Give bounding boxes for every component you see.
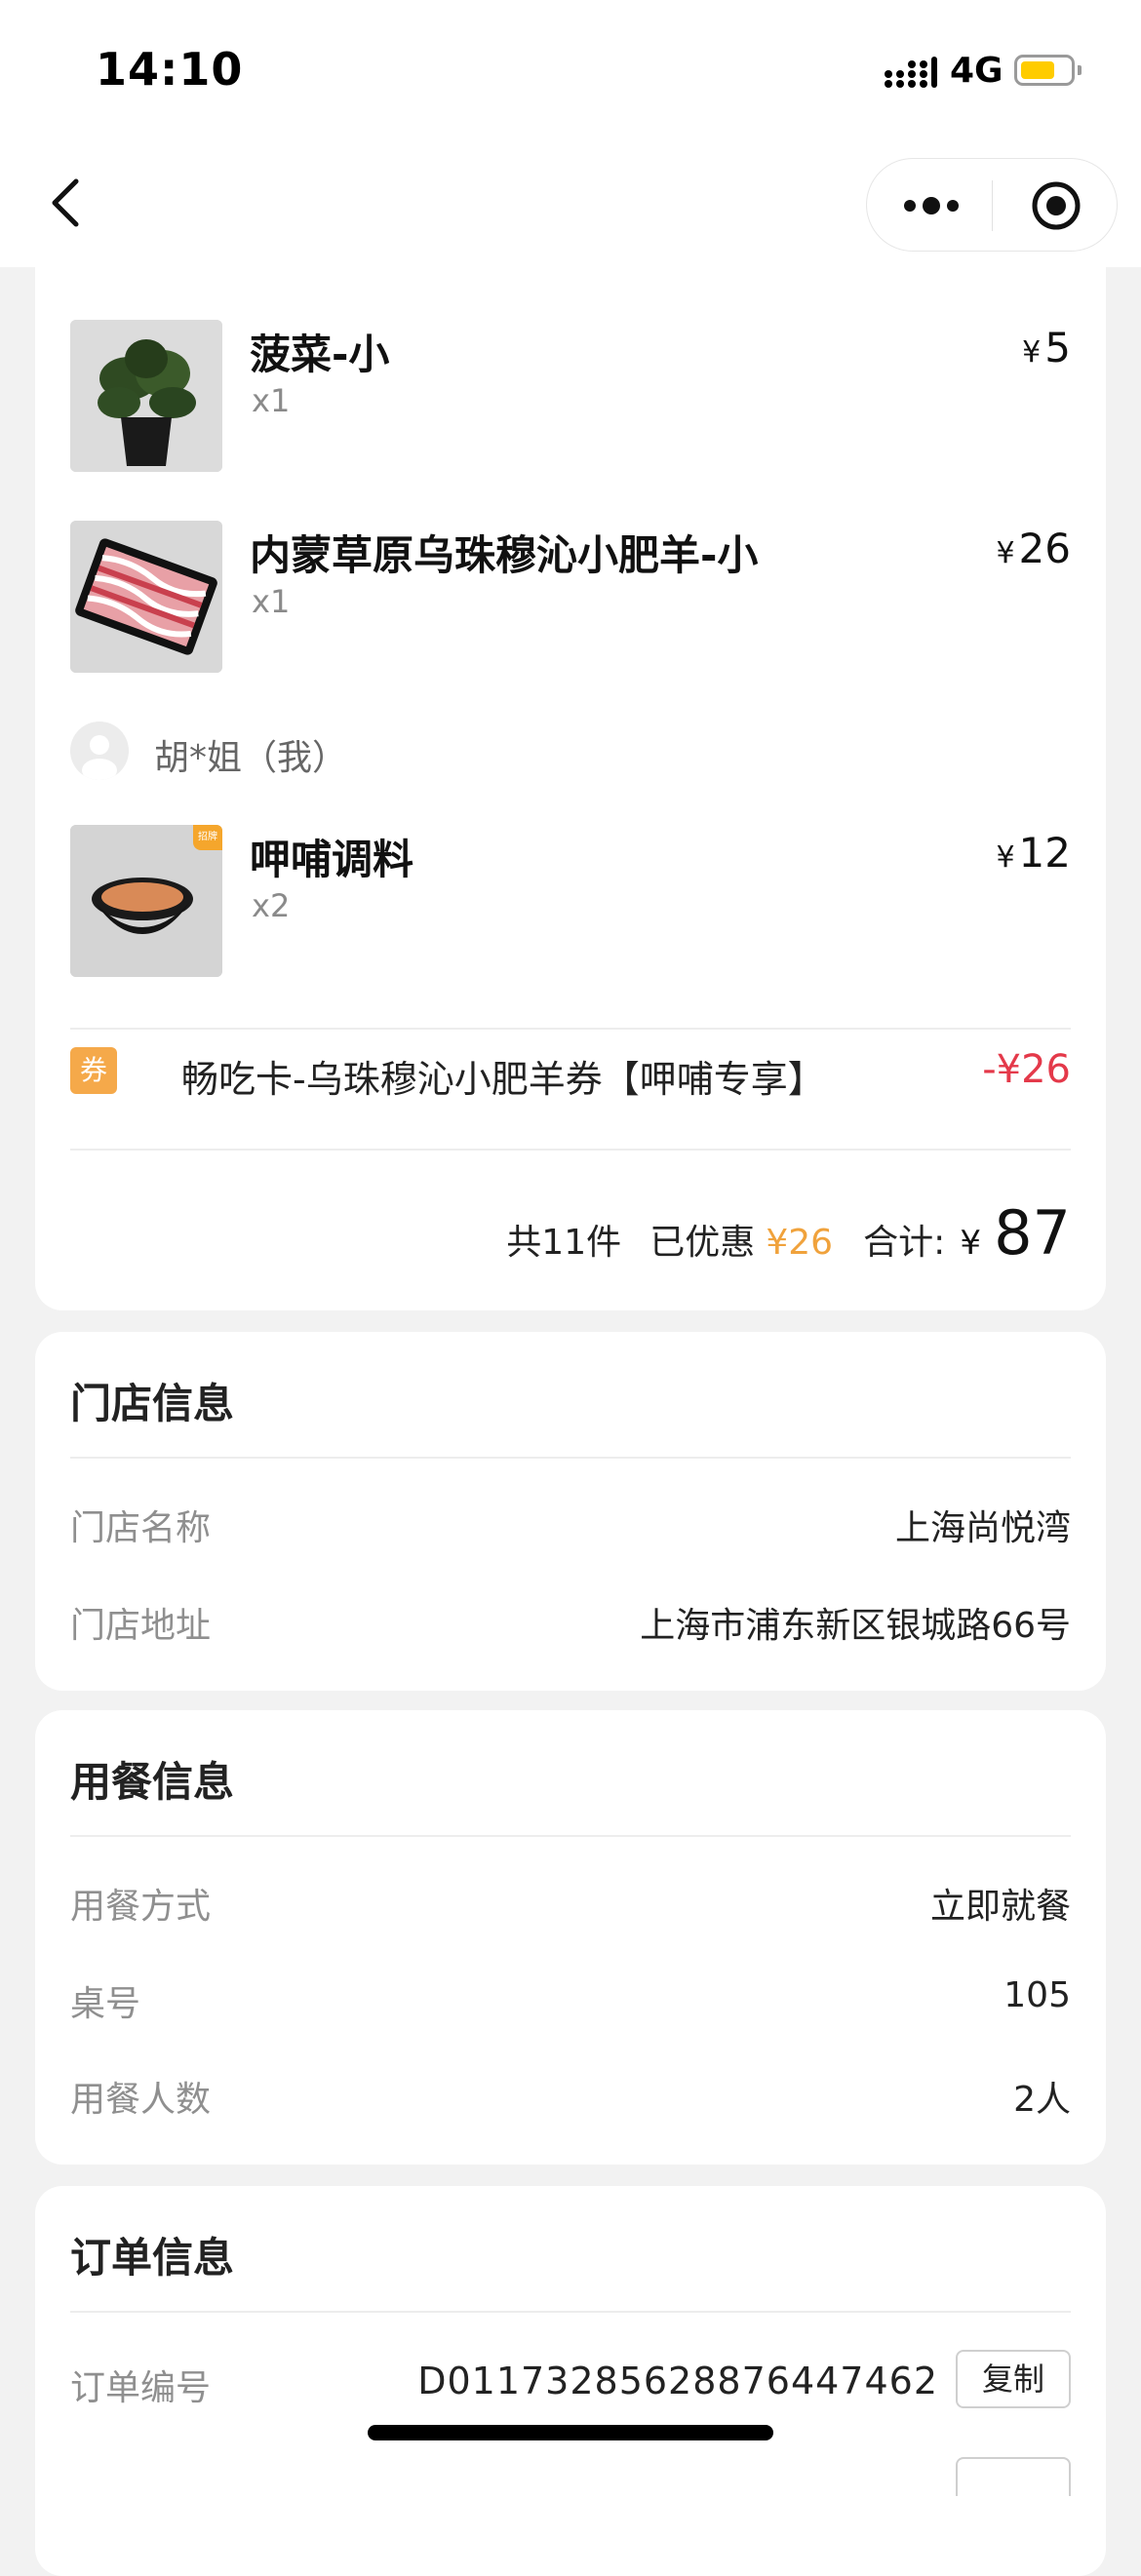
divider: [70, 1835, 1071, 1837]
divider: [70, 2311, 1071, 2313]
total-label: 合计:: [863, 1223, 946, 1263]
discount-value: ¥26: [766, 1223, 834, 1263]
nav-bar: [0, 146, 1141, 267]
row-value: 上海尚悦湾: [894, 1508, 1071, 1548]
row-label: 用餐人数: [70, 2080, 212, 2120]
section-title: 用餐信息: [70, 1758, 235, 1806]
dining-info-card: 用餐信息 用餐方式 立即就餐 桌号 105 用餐人数 2人: [35, 1710, 1106, 2165]
signature-badge: 招牌: [193, 825, 222, 850]
party-size-row: 用餐人数 2人: [70, 2071, 1071, 2129]
order-summary: 共11件 已优惠 ¥26 合计: ¥ 87: [506, 1197, 1071, 1275]
copy-button[interactable]: 复制: [956, 2350, 1071, 2408]
lamb-slices-image: [70, 521, 222, 673]
status-time: 14:10: [96, 43, 244, 96]
item-quantity: x2: [252, 887, 291, 924]
home-indicator: [368, 2425, 773, 2440]
signal-icon: [885, 57, 937, 88]
store-info-card: 门店信息 门店名称 上海尚悦湾 门店地址 上海市浦东新区银城路66号: [35, 1332, 1106, 1691]
network-type: 4G: [950, 51, 1003, 91]
order-number: D01173285628876447462: [417, 2360, 938, 2402]
order-item: 菠菜-小 x1 ¥5: [70, 320, 1071, 476]
row-label: 门店名称: [70, 1508, 212, 1548]
item-quantity: x1: [252, 583, 291, 620]
coupon-amount: -¥26: [982, 1047, 1071, 1092]
row-label: 订单编号: [70, 2368, 212, 2408]
coupon-row: 券 畅吃卡-乌珠穆沁小肥羊券【呷哺专享】 -¥26: [70, 1039, 1071, 1101]
item-quantity: x1: [252, 382, 291, 419]
item-name: 内蒙草原乌珠穆沁小肥羊-小: [250, 531, 759, 579]
sauce-bowl-image: 招牌: [70, 825, 222, 977]
section-title: 门店信息: [70, 1380, 235, 1427]
total-currency: ¥: [960, 1224, 981, 1263]
row-value: 上海市浦东新区银城路66号: [640, 1606, 1071, 1646]
row-value: 105: [1003, 1975, 1071, 2015]
divider: [70, 1149, 1071, 1151]
order-number-row: 订单编号 D01173285628876447462 复制: [70, 2350, 1071, 2418]
row-value: 立即就餐: [929, 1887, 1071, 1927]
miniprogram-capsule: [866, 158, 1118, 252]
battery-icon: [1014, 55, 1082, 86]
item-price: ¥5: [1022, 324, 1071, 371]
table-number-row: 桌号 105: [70, 1975, 1071, 2034]
order-info-card: 订单信息 订单编号 D01173285628876447462 复制: [35, 2186, 1106, 2576]
item-count: 共11件: [506, 1223, 622, 1263]
item-name: 呷哺调料: [250, 836, 414, 883]
coupon-tag-icon: 券: [70, 1047, 117, 1094]
divider: [70, 1028, 1071, 1030]
more-icon[interactable]: [902, 192, 961, 219]
order-item: 内蒙草原乌珠穆沁小肥羊-小 x1 ¥26: [70, 521, 1071, 677]
item-price: ¥26: [996, 525, 1071, 572]
row-label: 用餐方式: [70, 1887, 212, 1927]
store-name-row: 门店名称 上海尚悦湾: [70, 1500, 1071, 1558]
diner-name: 胡*姐（我）: [154, 738, 348, 778]
status-bar: 14:10 4G: [0, 0, 1141, 146]
discount-label: 已优惠: [649, 1223, 756, 1263]
row-label: 门店地址: [70, 1606, 212, 1646]
coupon-name: 畅吃卡-乌珠穆沁小肥羊券【呷哺专享】: [181, 1058, 825, 1101]
row-value: 2人: [1013, 2080, 1071, 2120]
item-name: 菠菜-小: [250, 331, 390, 378]
order-items-card: 菠菜-小 x1 ¥5 内蒙草原乌珠穆沁小肥羊-小 x1 ¥26 胡*姐（我） 招…: [35, 254, 1106, 1310]
total-amount: 87: [994, 1197, 1071, 1268]
avatar: [70, 722, 129, 780]
order-item: 招牌 呷哺调料 x2 ¥12: [70, 825, 1071, 981]
dining-mode-row: 用餐方式 立即就餐: [70, 1878, 1071, 1936]
item-price: ¥12: [996, 829, 1071, 877]
store-address-row: 门店地址 上海市浦东新区银城路66号: [70, 1597, 1071, 1656]
section-title: 订单信息: [70, 2234, 235, 2282]
spinach-image: [70, 320, 222, 472]
divider: [70, 1457, 1071, 1459]
row-label: 桌号: [70, 1984, 141, 2024]
back-icon[interactable]: [39, 174, 98, 232]
close-miniprogram-icon[interactable]: [1031, 180, 1082, 231]
copy-button-partial[interactable]: [956, 2457, 1071, 2496]
